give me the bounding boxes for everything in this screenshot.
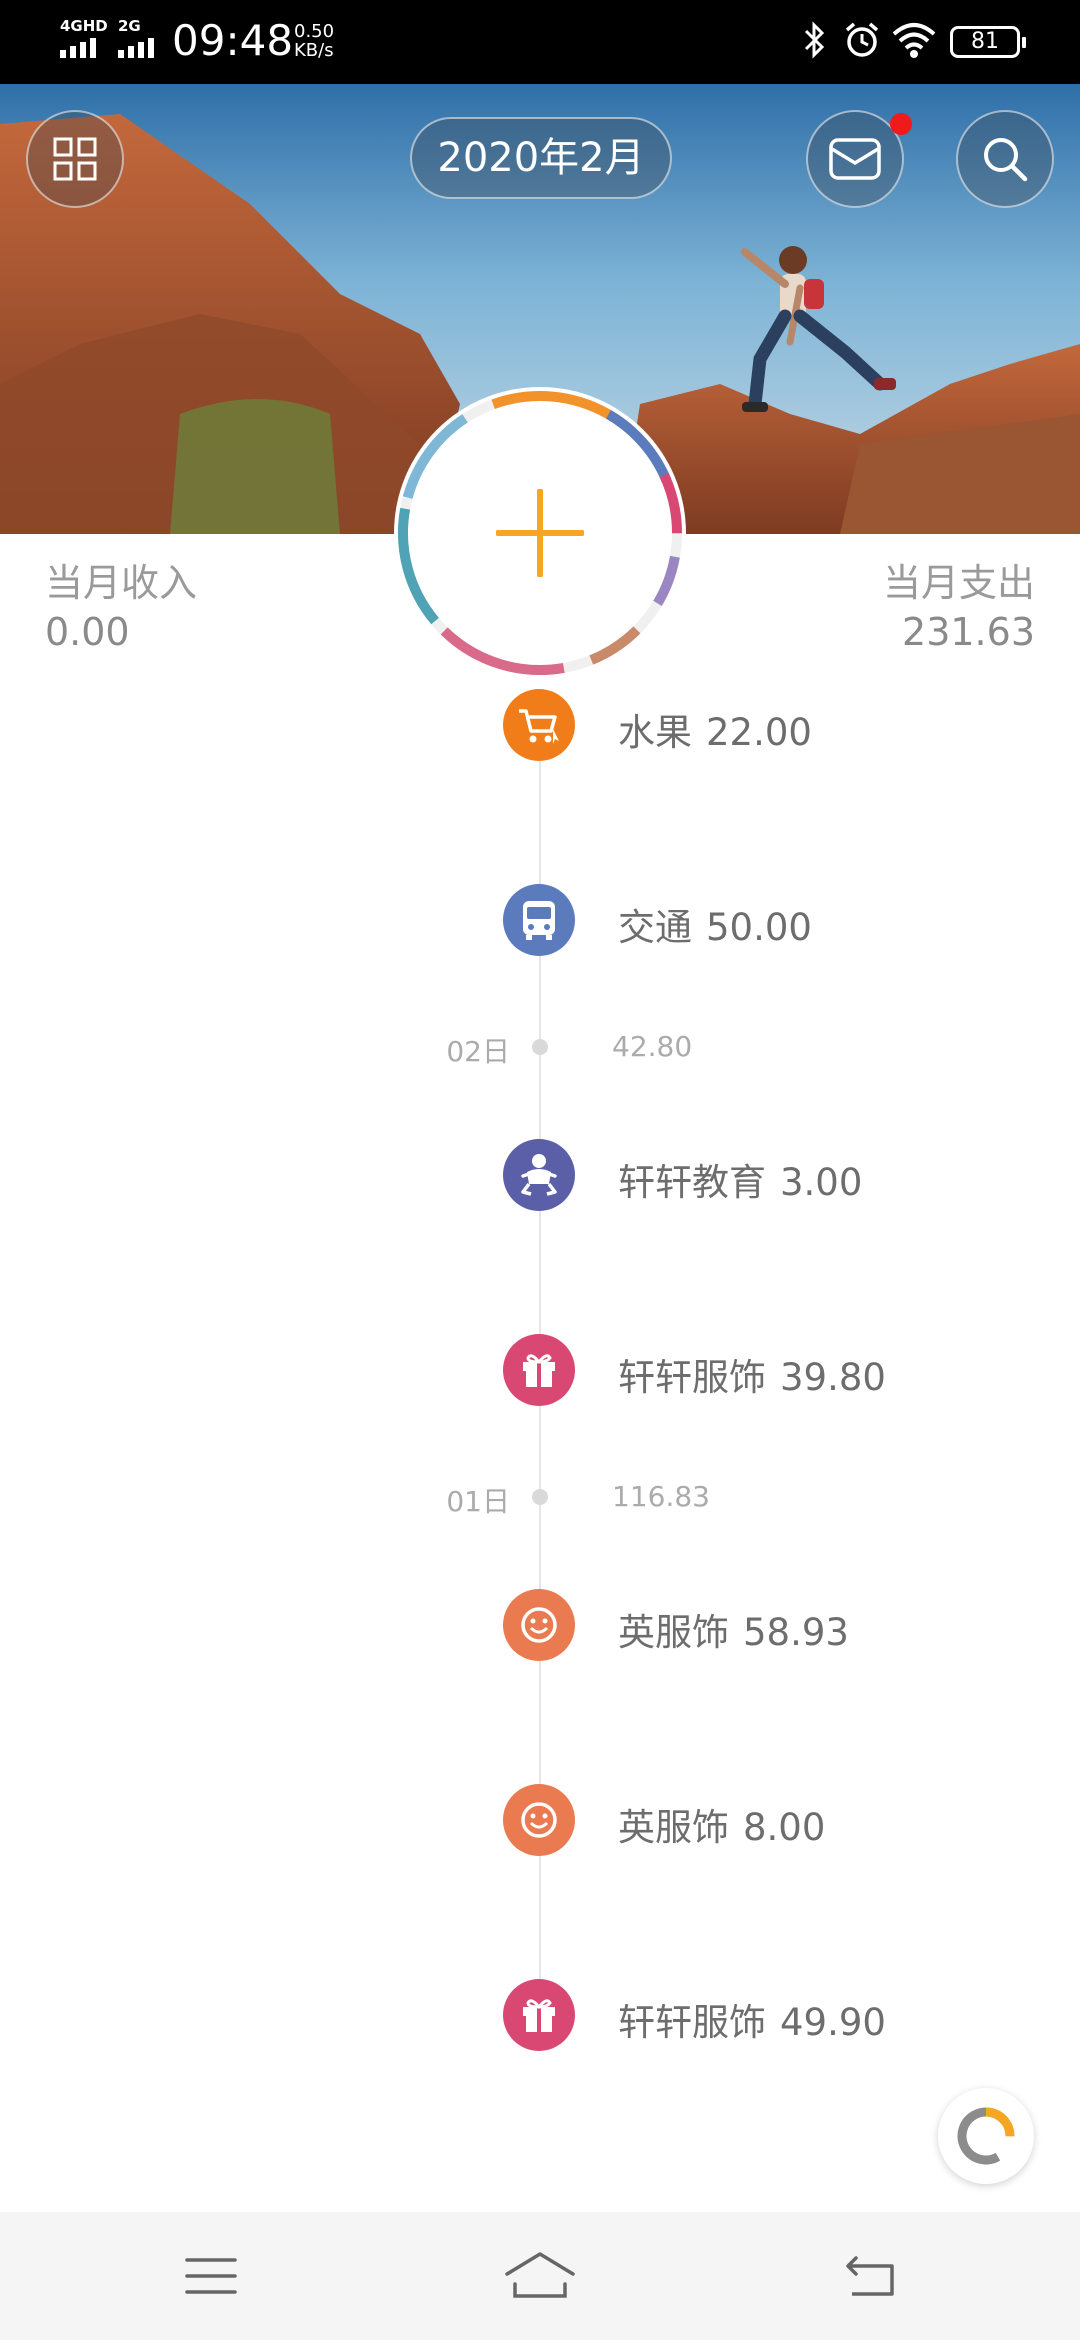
income-label: 当月收入 [45,561,198,605]
network-type-2: 2G [118,17,141,35]
back-button[interactable] [815,2240,925,2312]
entry-category: 轩轩服饰 [618,1356,766,1399]
category-icon-fruit [503,689,575,761]
entry-category: 轩轩服饰 [618,2001,766,2044]
signal-icon-2 [118,38,154,58]
expense-entry[interactable]: 英服饰 58.93 [618,1602,849,1656]
expense-entry[interactable]: 轩轩服饰 49.90 [618,1992,886,2046]
expense-label: 当月支出 [882,561,1035,605]
home-button[interactable] [485,2240,595,2312]
month-selector[interactable]: 2020年2月 [410,117,672,199]
expense-entry[interactable]: 轩轩服饰 39.80 [618,1347,886,1401]
wifi-icon [892,23,936,58]
category-icon-transport [503,884,575,956]
day-label: 02日 [446,1035,510,1068]
category-icon-education [503,1139,575,1211]
back-icon [846,2256,894,2296]
alarm-icon [845,22,879,57]
entry-amount: 58.93 [743,1611,849,1654]
income-value: 0.00 [45,610,130,654]
entry-category: 交通 [618,906,692,949]
smiley-icon [521,1802,557,1838]
day-total: 116.83 [612,1480,710,1513]
category-icon-ying-clothing [503,1784,575,1856]
category-icon-clothing [503,1979,575,2051]
day-total: 42.80 [612,1030,693,1063]
day-dot [532,1489,548,1505]
smiley-icon [521,1607,557,1643]
expense-entry[interactable]: 水果 22.00 [618,702,812,756]
bus-icon [523,901,555,940]
menu-button[interactable] [156,2240,266,2312]
entry-category: 英服饰 [618,1611,729,1654]
battery-level: 81 [971,29,999,54]
network-type-1: 4GHD [60,17,108,35]
expense-entry[interactable]: 英服饰 8.00 [618,1797,825,1851]
entry-amount: 8.00 [743,1806,826,1849]
category-icon-ying-clothing [503,1589,575,1661]
cart-icon [519,709,559,744]
clock: 09:48 [172,16,294,65]
plus-icon [496,489,584,577]
mail-icon [829,138,881,180]
network-speed: 0.50 KB/s [294,22,334,60]
signal-icon-1 [60,38,96,58]
day-label: 01日 [446,1485,510,1518]
search-icon [984,138,1028,182]
entry-amount: 22.00 [706,711,812,754]
expense-entry[interactable]: 交通 50.00 [618,897,812,951]
category-icon-clothing [503,1334,575,1406]
expense-entry[interactable]: 轩轩教育 3.00 [618,1152,862,1206]
system-nav-bar [0,2212,1080,2340]
entry-amount: 39.80 [780,1356,886,1399]
bluetooth-icon [804,21,825,59]
home-icon [505,2252,575,2298]
entry-category: 英服饰 [618,1806,729,1849]
menu-icon [185,2258,237,2294]
speed-value: 0.50 [294,21,335,42]
entry-amount: 3.00 [780,1161,863,1204]
grid-menu-button[interactable] [26,110,124,208]
add-record-button[interactable] [392,385,688,681]
entry-amount: 50.00 [706,906,812,949]
entry-category: 水果 [618,711,692,754]
day-dot [532,1039,548,1055]
chart-button[interactable] [938,2088,1034,2184]
expense-value: 231.63 [902,610,1035,654]
status-bar: 4GHD 2G 09:48 0.50 KB/s 81 [0,0,1080,84]
unread-badge [890,113,912,135]
battery-icon: 81 [950,26,1026,58]
gift-icon [523,1354,555,1387]
grid-menu-icon [53,137,97,181]
search-button[interactable] [956,110,1054,208]
entry-amount: 49.90 [780,2001,886,2044]
baby-icon [521,1154,557,1196]
speed-unit: KB/s [294,40,334,61]
gift-icon [523,1999,555,2032]
entry-category: 轩轩教育 [618,1161,766,1204]
progress-ring-icon [957,2107,1015,2165]
